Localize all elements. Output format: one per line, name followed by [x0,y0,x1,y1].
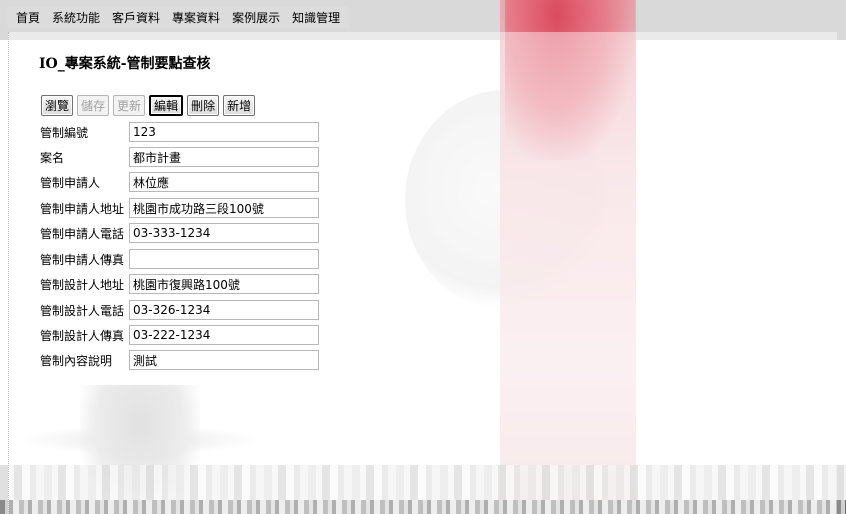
update-button[interactable]: 更新 [113,95,146,116]
case-name-field[interactable] [129,147,319,167]
form-row: 管制申請人地址 [40,198,340,220]
applicant-phone-field[interactable] [129,223,319,243]
field-label: 管制設計人傳真 [40,329,125,343]
main-menu: 首頁 系統功能 客戶資料 專案資料 案例展示 知識管理 [7,6,350,28]
menu-item-projects[interactable]: 專案資料 [166,9,226,26]
field-label: 管制申請人地址 [40,202,125,216]
field-label: 管制申請人 [40,176,101,190]
content-description-field[interactable] [129,350,319,370]
form-row: 管制編號 [40,122,340,144]
field-label: 案名 [40,151,65,165]
form-row: 管制設計人電話 [40,300,340,322]
applicant-fax-field[interactable] [129,249,319,269]
add-button[interactable]: 新增 [223,95,256,116]
field-label: 管制申請人電話 [40,227,125,241]
field-label: 管制設計人電話 [40,304,125,318]
form-row: 案名 [40,147,340,169]
designer-phone-field[interactable] [129,300,319,320]
applicant-address-field[interactable] [129,198,319,218]
toolbar: 瀏覽 儲存 更新 編輯 刪除 新增 [41,95,256,116]
save-button[interactable]: 儲存 [77,95,110,116]
designer-address-field[interactable] [129,274,319,294]
menu-item-cases[interactable]: 案例展示 [226,9,286,26]
form-row: 管制設計人傳真 [40,325,340,347]
menu-item-customers[interactable]: 客戶資料 [106,9,166,26]
form-row: 管制申請人傳真 [40,249,340,271]
delete-button[interactable]: 刪除 [187,95,220,116]
form-row: 管制內容說明 [40,350,340,372]
menu-item-home[interactable]: 首頁 [10,9,46,26]
menu-item-system[interactable]: 系統功能 [46,9,106,26]
form-row: 管制申請人 [40,172,340,194]
field-label: 管制編號 [40,126,89,140]
form-row: 管制設計人地址 [40,274,340,296]
form-row: 管制申請人電話 [40,223,340,245]
browse-button[interactable]: 瀏覽 [41,95,74,116]
menu-item-knowledge[interactable]: 知識管理 [286,9,346,26]
edit-button[interactable]: 編輯 [149,95,184,116]
designer-fax-field[interactable] [129,325,319,345]
field-label: 管制內容說明 [40,354,113,368]
page-title: IO_專案系統-管制要點查核 [39,56,211,72]
field-label: 管制申請人傳真 [40,253,125,267]
field-label: 管制設計人地址 [40,278,125,292]
applicant-field[interactable] [129,172,319,192]
control-number-field[interactable] [129,122,319,142]
